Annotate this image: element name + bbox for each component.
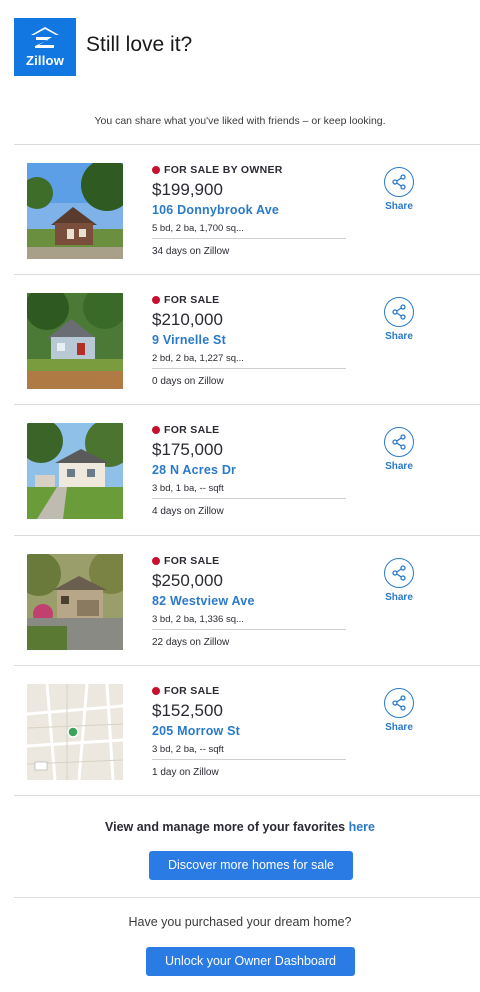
listing-days-on-zillow: 22 days on Zillow (152, 637, 230, 648)
share-icon (384, 688, 414, 718)
listing-details: 3 bd, 2 ba, -- sqft (152, 744, 346, 760)
listing-card: FOR SALE $152,500 205 Morrow St 3 bd, 2 … (14, 666, 466, 796)
share-label: Share (385, 461, 413, 472)
listing-card: FOR SALE $250,000 82 Westview Ave 3 bd, … (14, 536, 466, 666)
manage-text: View and manage more of your favorites (105, 820, 349, 834)
listing-map-thumbnail[interactable] (27, 684, 123, 780)
status-dot-icon (152, 687, 160, 695)
listing-card: FOR SALE $175,000 28 N Acres Dr 3 bd, 1 … (14, 405, 466, 535)
listing-days-on-zillow: 0 days on Zillow (152, 376, 224, 387)
status-label: FOR SALE (164, 685, 220, 697)
listing-details: 5 bd, 2 ba, 1,700 sq... (152, 223, 346, 239)
listing-status: FOR SALE (152, 684, 352, 698)
status-dot-icon (152, 557, 160, 565)
listing-address-link[interactable]: 28 N Acres Dr (152, 463, 352, 480)
status-label: FOR SALE BY OWNER (164, 164, 283, 176)
share-label: Share (385, 201, 413, 212)
status-label: FOR SALE (164, 555, 220, 567)
listing-details: 3 bd, 1 ba, -- sqft (152, 483, 346, 499)
discover-homes-button[interactable]: Discover more homes for sale (149, 851, 353, 880)
listing-photo[interactable] (27, 163, 123, 259)
share-icon (384, 427, 414, 457)
status-dot-icon (152, 296, 160, 304)
share-button[interactable]: Share (380, 297, 418, 342)
status-label: FOR SALE (164, 294, 220, 306)
owner-dashboard-button[interactable]: Unlock your Owner Dashboard (146, 947, 355, 976)
listing-details: 2 bd, 2 ba, 1,227 sq... (152, 353, 346, 369)
listing-status: FOR SALE BY OWNER (152, 163, 352, 177)
share-button[interactable]: Share (380, 167, 418, 212)
listing-price: $210,000 (152, 310, 223, 329)
listing-price: $152,500 (152, 701, 223, 720)
listing-days-on-zillow: 1 day on Zillow (152, 767, 219, 778)
share-label: Share (385, 592, 413, 603)
logo-text: Zillow (25, 53, 65, 68)
listing-details: 3 bd, 2 ba, 1,336 sq... (152, 614, 346, 630)
share-icon (384, 558, 414, 588)
share-icon (384, 297, 414, 327)
share-button[interactable]: Share (380, 558, 418, 603)
listing-address-link[interactable]: 205 Morrow St (152, 724, 352, 741)
listing-address-link[interactable]: 82 Westview Ave (152, 594, 352, 611)
share-label: Share (385, 722, 413, 733)
subtitle: You can share what you've liked with fri… (94, 115, 386, 127)
status-dot-icon (152, 426, 160, 434)
share-icon (384, 167, 414, 197)
listing-photo[interactable] (27, 293, 123, 389)
status-label: FOR SALE (164, 424, 220, 436)
page-title: Still love it? (86, 33, 193, 56)
listing-card: FOR SALE BY OWNER $199,900 106 Donnybroo… (14, 145, 466, 275)
listing-status: FOR SALE (152, 554, 352, 568)
share-button[interactable]: Share (380, 688, 418, 733)
listing-days-on-zillow: 4 days on Zillow (152, 506, 224, 517)
zillow-logo[interactable]: Zillow (14, 18, 76, 76)
listing-price: $199,900 (152, 180, 223, 199)
listing-days-on-zillow: 34 days on Zillow (152, 246, 230, 257)
share-label: Share (385, 331, 413, 342)
listing-photo[interactable] (27, 423, 123, 519)
listing-address-link[interactable]: 9 Virnelle St (152, 333, 352, 350)
listing-price: $250,000 (152, 571, 223, 590)
listing-price: $175,000 (152, 440, 223, 459)
manage-favorites-text: View and manage more of your favorites h… (0, 820, 480, 834)
status-dot-icon (152, 166, 160, 174)
divider (14, 897, 480, 898)
listing-address-link[interactable]: 106 Donnybrook Ave (152, 203, 352, 220)
zillow-house-icon (31, 27, 59, 48)
divider (14, 795, 480, 796)
email-header: Zillow Still love it? (14, 18, 454, 76)
listing-status: FOR SALE (152, 293, 352, 307)
listing-card: FOR SALE $210,000 9 Virnelle St 2 bd, 2 … (14, 275, 466, 405)
dream-home-question: Have you purchased your dream home? (128, 915, 352, 929)
share-button[interactable]: Share (380, 427, 418, 472)
listing-photo[interactable] (27, 554, 123, 650)
listing-status: FOR SALE (152, 423, 352, 437)
favorites-here-link[interactable]: here (349, 820, 375, 834)
